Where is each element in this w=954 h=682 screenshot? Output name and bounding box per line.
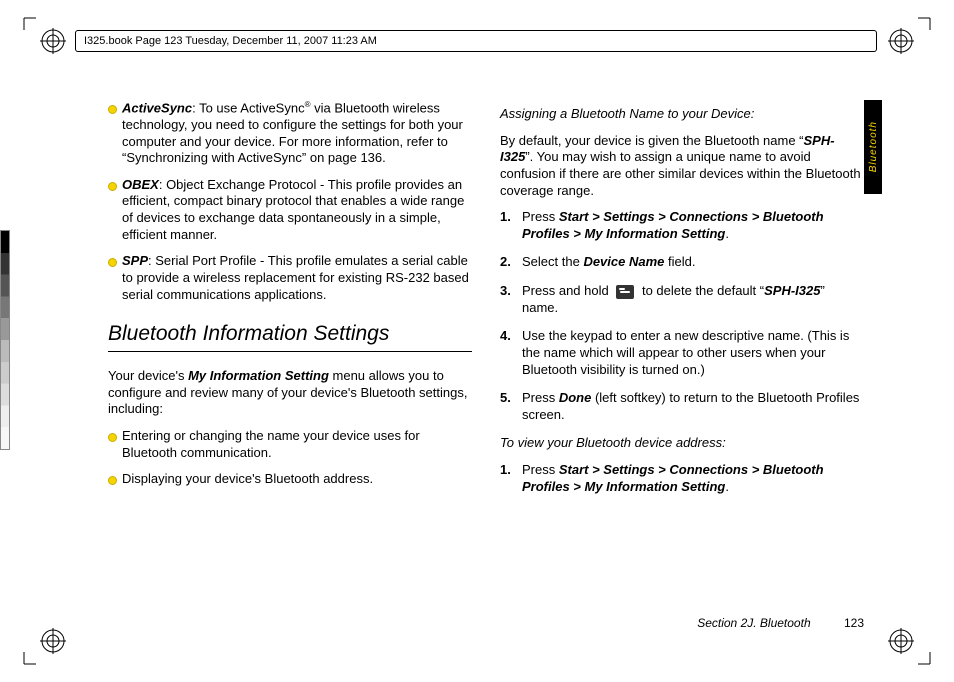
page-footer: Section 2J. Bluetooth 123 bbox=[108, 616, 864, 630]
left-column: ActiveSync: To use ActiveSync® via Bluet… bbox=[108, 100, 472, 620]
text: By default, your device is given the Blu… bbox=[500, 133, 804, 148]
text: Your device's bbox=[108, 368, 188, 383]
list-item: SPP: Serial Port Profile - This profile … bbox=[108, 253, 472, 303]
body-columns: ActiveSync: To use ActiveSync® via Bluet… bbox=[108, 100, 864, 620]
menu-name: My Information Setting bbox=[188, 368, 329, 383]
list-item: ActiveSync: To use ActiveSync® via Bluet… bbox=[108, 100, 472, 167]
text: Displaying your device's Bluetooth addre… bbox=[122, 471, 373, 486]
term: ActiveSync bbox=[122, 100, 192, 115]
text: . bbox=[725, 479, 729, 494]
page-number: 123 bbox=[844, 616, 864, 630]
registration-mark-icon bbox=[888, 28, 914, 54]
text: Use the keypad to enter a new descriptiv… bbox=[522, 328, 849, 376]
subheading: To view your Bluetooth device address: bbox=[500, 435, 864, 452]
text: to delete the default “ bbox=[638, 283, 764, 298]
text: Entering or changing the name your devic… bbox=[122, 428, 420, 460]
intro-paragraph: Your device's My Information Setting men… bbox=[108, 368, 472, 418]
list-item: Press and hold to delete the default “SP… bbox=[500, 283, 864, 316]
text: : To use ActiveSync bbox=[192, 100, 305, 115]
term: SPP bbox=[122, 253, 148, 268]
nav-path: Start > Settings > Connections > Bluetoo… bbox=[522, 209, 824, 241]
steps-list: Press Start > Settings > Connections > B… bbox=[500, 209, 864, 423]
header-text: I325.book Page 123 Tuesday, December 11,… bbox=[84, 35, 377, 47]
list-item: Use the keypad to enter a new descriptiv… bbox=[500, 328, 864, 378]
crop-mark-icon bbox=[14, 652, 36, 674]
list-item: OBEX: Object Exchange Protocol - This pr… bbox=[108, 177, 472, 244]
crop-mark-icon bbox=[918, 652, 940, 674]
list-item: Select the Device Name field. bbox=[500, 254, 864, 271]
framemaker-header: I325.book Page 123 Tuesday, December 11,… bbox=[75, 30, 877, 52]
backspace-key-icon bbox=[616, 285, 634, 299]
paragraph: By default, your device is given the Blu… bbox=[500, 133, 864, 200]
list-item: Press Start > Settings > Connections > B… bbox=[500, 209, 864, 242]
chapter-tab-label: Bluetooth bbox=[868, 121, 879, 172]
crop-mark-icon bbox=[918, 8, 940, 30]
list-item: Press Start > Settings > Connections > B… bbox=[500, 462, 864, 495]
profile-bullet-list: ActiveSync: To use ActiveSync® via Bluet… bbox=[108, 100, 472, 303]
crop-mark-icon bbox=[14, 8, 36, 30]
device-name: SPH-I325 bbox=[764, 283, 820, 298]
section-heading: Bluetooth Information Settings bbox=[108, 321, 472, 352]
footer-section: Section 2J. Bluetooth bbox=[697, 616, 810, 630]
text: Press bbox=[522, 209, 559, 224]
list-item: Displaying your device's Bluetooth addre… bbox=[108, 471, 472, 488]
page-root: I325.book Page 123 Tuesday, December 11,… bbox=[0, 0, 954, 682]
nav-path: Start > Settings > Connections > Bluetoo… bbox=[522, 462, 824, 494]
text: Press bbox=[522, 462, 559, 477]
text: : Object Exchange Protocol - This profil… bbox=[122, 177, 464, 242]
text: . bbox=[725, 226, 729, 241]
feature-bullet-list: Entering or changing the name your devic… bbox=[108, 428, 472, 488]
softkey-name: Done bbox=[559, 390, 592, 405]
chapter-tab: Bluetooth bbox=[864, 100, 882, 194]
text: : Serial Port Profile - This profile emu… bbox=[122, 253, 469, 301]
field-name: Device Name bbox=[583, 254, 664, 269]
registration-mark-icon bbox=[40, 628, 66, 654]
steps-list: Press Start > Settings > Connections > B… bbox=[500, 462, 864, 495]
text: ”. You may wish to assign a unique name … bbox=[500, 149, 861, 197]
text: Select the bbox=[522, 254, 583, 269]
right-column: Assigning a Bluetooth Name to your Devic… bbox=[500, 100, 864, 620]
subheading: Assigning a Bluetooth Name to your Devic… bbox=[500, 106, 864, 123]
list-item: Entering or changing the name your devic… bbox=[108, 428, 472, 461]
color-bar-icon bbox=[0, 230, 10, 450]
list-item: Press Done (left softkey) to return to t… bbox=[500, 390, 864, 423]
text: Press and hold bbox=[522, 283, 612, 298]
registration-mark-icon bbox=[40, 28, 66, 54]
term: OBEX bbox=[122, 177, 159, 192]
text: Press bbox=[522, 390, 559, 405]
registration-mark-icon bbox=[888, 628, 914, 654]
text: field. bbox=[664, 254, 695, 269]
